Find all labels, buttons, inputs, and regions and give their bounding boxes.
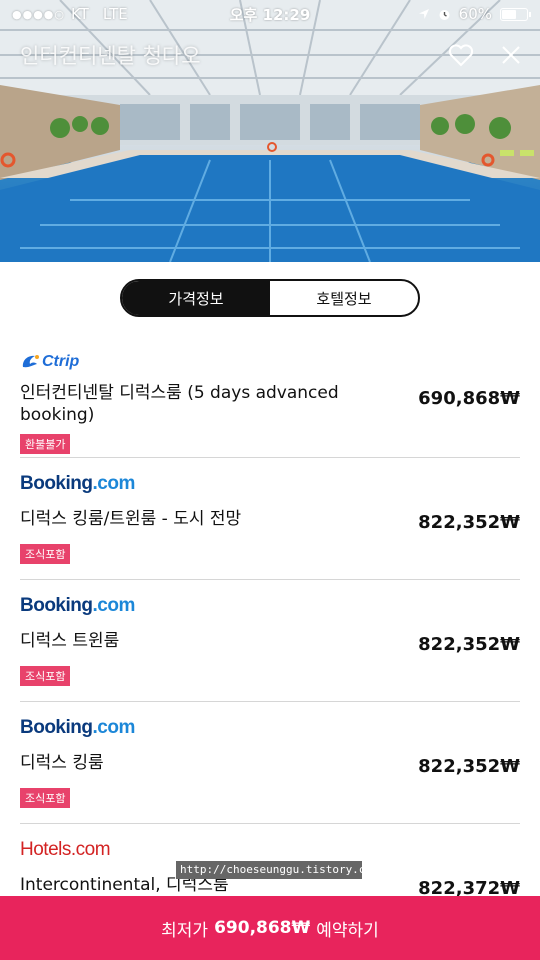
cta-price: 690,868₩ <box>214 918 311 938</box>
hotel-hero-image: ●●●●○ KT LTE 오후 12:29 60% 인터컨티넨탈 청다오 <box>0 0 540 262</box>
hotels-wordmark: Hotels <box>20 839 71 860</box>
room-name: 디럭스 트윈룸 <box>20 631 120 651</box>
offer-price: 822,352₩ <box>418 512 520 533</box>
booking-wordmark-suffix: .com <box>92 717 136 738</box>
booking-wordmark-suffix: .com <box>92 595 136 616</box>
booking-wordmark: Booking <box>20 473 93 494</box>
offer-price: 822,352₩ <box>418 634 520 655</box>
hotels-wordmark-suffix: .com <box>70 839 111 860</box>
heart-icon <box>448 44 474 67</box>
offer-price: 690,868₩ <box>418 388 520 409</box>
breakfast-badge: 조식포함 <box>20 788 71 808</box>
blog-watermark: http://choeseunggu.tistory.com <box>176 861 379 879</box>
offer-price: 822,352₩ <box>418 756 520 777</box>
ctrip-wordmark: Ctrip <box>42 353 80 370</box>
ctrip-dolphin-icon <box>22 355 39 368</box>
breakfast-badge: 조식포함 <box>20 666 71 686</box>
close-icon <box>502 46 520 64</box>
tab-hotel-info[interactable]: 호텔정보 <box>270 281 418 315</box>
tab-price-info[interactable]: 가격정보 <box>122 281 270 315</box>
provider-logo-booking: Booking.com <box>20 472 520 496</box>
offer-row[interactable]: Booking.com 디럭스 킹룸 조식포함 822,352₩ <box>20 702 520 824</box>
cta-suffix: 예약하기 <box>316 920 379 941</box>
favorite-button[interactable] <box>446 40 476 70</box>
provider-logo-hotels: Hotels.com <box>20 838 520 862</box>
price-offer-list: Ctrip 인터컨티넨탈 디럭스룸 (5 days advanced booki… <box>20 336 520 946</box>
booking-wordmark: Booking <box>20 595 93 616</box>
breakfast-badge: 조식포함 <box>20 544 71 564</box>
book-lowest-price-button[interactable]: 최저가 690,868₩ 예약하기 <box>0 896 540 960</box>
hotel-name: 인터컨티넨탈 청다오 <box>20 44 201 68</box>
clock: 오후 12:29 <box>229 5 311 24</box>
provider-logo-booking: Booking.com <box>20 594 520 618</box>
offer-row[interactable]: Ctrip 인터컨티넨탈 디럭스룸 (5 days advanced booki… <box>20 336 520 458</box>
room-name: 디럭스 킹룸/트윈룸 - 도시 전망 <box>20 509 242 529</box>
booking-wordmark: Booking <box>20 717 93 738</box>
provider-logo-ctrip: Ctrip <box>20 350 520 374</box>
room-name: 디럭스 킹룸 <box>20 753 104 773</box>
close-button[interactable] <box>496 40 526 70</box>
cta-prefix: 최저가 <box>161 920 209 941</box>
booking-wordmark-suffix: .com <box>92 473 136 494</box>
refund-badge: 환불불가 <box>20 434 71 454</box>
offer-row[interactable]: Booking.com 디럭스 킹룸/트윈룸 - 도시 전망 조식포함 822,… <box>20 458 520 580</box>
provider-logo-booking: Booking.com <box>20 716 520 740</box>
room-name: 인터컨티넨탈 디럭스룸 (5 days advanced booking) <box>20 383 339 425</box>
battery-icon <box>500 7 531 21</box>
info-tab-toggle: 가격정보 호텔정보 <box>120 279 420 317</box>
status-bar: ●●●●○ KT LTE 오후 12:29 60% <box>0 0 540 28</box>
battery-level-fill <box>502 9 516 19</box>
offer-row[interactable]: Booking.com 디럭스 트윈룸 조식포함 822,352₩ <box>20 580 520 702</box>
